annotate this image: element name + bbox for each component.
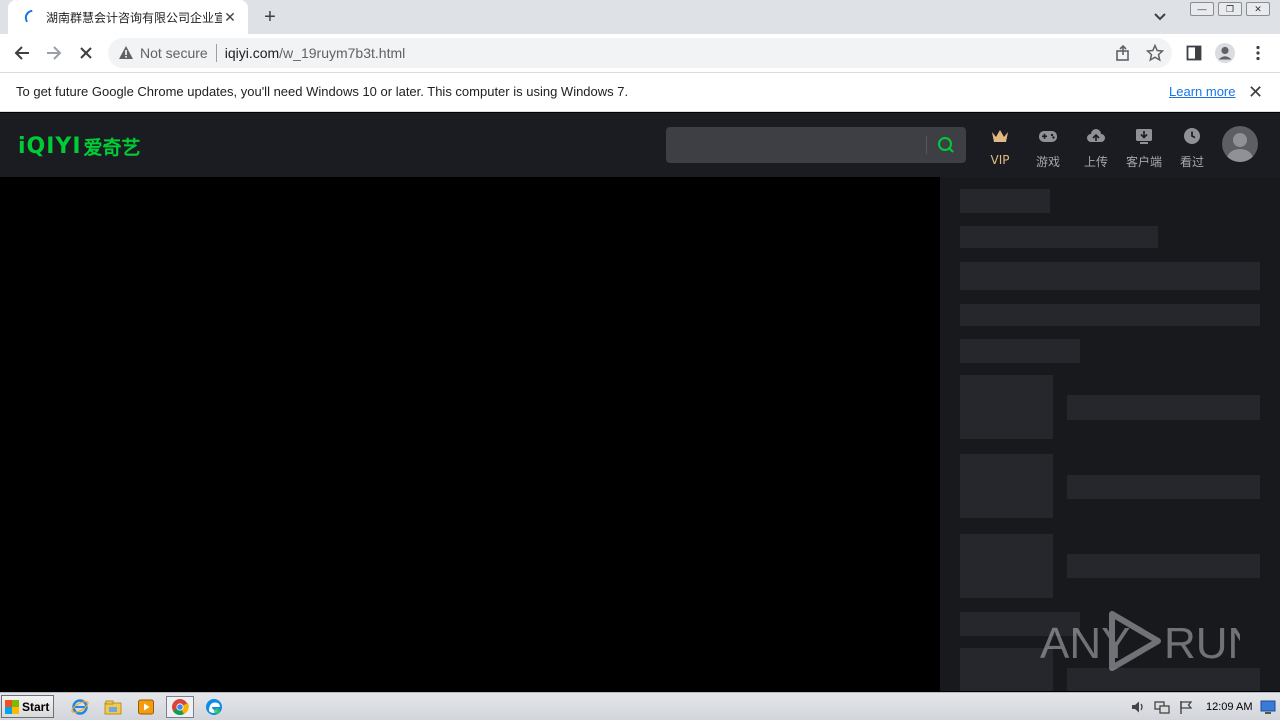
forward-arrow-icon [47,46,62,60]
side-panel-icon [1186,45,1202,61]
search-input[interactable] [666,127,926,163]
close-window-button[interactable]: ✕ [1246,2,1270,16]
forward-button[interactable] [42,41,66,65]
taskbar-clock[interactable]: 12:09 AM [1206,701,1252,713]
media-player-icon [138,699,154,715]
infobar-close-icon[interactable]: ✕ [1248,82,1263,103]
skeleton-bar [960,226,1158,248]
nav-label: VIP [990,153,1010,167]
browser-toolbar: Not secure iqiyi.com/w_19ruym7b3t.html [0,34,1280,72]
tab-strip: 湖南群慧会计咨询有限公司企业宣传 ✕ + — ❐ ✕ [0,0,1280,34]
skeleton-thumbnail [960,375,1053,439]
nav-vip[interactable]: VIP [980,127,1020,167]
stop-x-icon [80,47,92,59]
search-icon[interactable] [936,135,956,155]
nav-label: 上传 [1083,155,1108,169]
anyrun-watermark: ANY RUN [1040,611,1240,671]
skeleton-bar [1067,475,1260,499]
skeleton-thumbnail [960,454,1053,518]
infobar-message: To get future Google Chrome updates, you… [16,84,629,99]
profile-button[interactable] [1213,41,1237,65]
taskbar-ie[interactable] [66,696,94,718]
watermark-run: RUN [1164,619,1240,668]
nav-label: 客户端 [1125,155,1162,169]
watermark-any: ANY [1040,619,1130,668]
nav-history[interactable]: 看过 [1172,127,1212,170]
search-divider [926,136,927,154]
tab-search-chevron-icon[interactable] [1150,8,1170,26]
nav-label: 看过 [1179,155,1204,169]
skeleton-thumbnail [960,534,1053,598]
bookmark-star-icon[interactable] [1146,44,1164,62]
skeleton-bar [960,339,1080,363]
restore-button[interactable]: ❐ [1218,2,1242,16]
network-icon[interactable] [1154,699,1170,715]
nav-games[interactable]: 游戏 [1028,127,1068,170]
video-player[interactable] [0,177,940,691]
new-tab-button[interactable]: + [258,6,282,28]
skeleton-bar [1067,554,1260,578]
upload-cloud-icon [1087,129,1105,142]
url-host: iqiyi.com [224,45,280,61]
show-desktop-icon[interactable] [1260,699,1276,715]
address-bar[interactable]: Not secure iqiyi.com/w_19ruym7b3t.html [108,38,1172,68]
iqiyi-logo[interactable]: iQIYI 爱奇艺 [18,133,141,160]
user-avatar[interactable] [1222,126,1258,162]
back-arrow-icon [14,46,29,60]
gamepad-icon [1039,131,1057,142]
tab-close-icon[interactable]: ✕ [222,9,238,25]
chrome-icon [172,699,189,715]
window-controls: — ❐ ✕ [1190,2,1270,16]
kebab-menu-icon [1256,45,1260,61]
nav-label: 游戏 [1035,155,1060,169]
security-label[interactable]: Not secure [140,45,208,61]
profile-icon [1215,43,1235,63]
taskbar-explorer[interactable] [99,696,127,718]
internet-explorer-icon [71,699,89,715]
taskbar-media-player[interactable] [132,696,160,718]
url-text[interactable]: iqiyi.com/w_19ruym7b3t.html [225,45,406,61]
skeleton-bar [1067,395,1260,420]
minimize-button[interactable]: — [1190,2,1214,16]
browser-tab[interactable]: 湖南群慧会计咨询有限公司企业宣传 ✕ [8,0,248,34]
chrome-menu-button[interactable] [1246,41,1270,65]
back-button[interactable] [10,41,34,65]
skeleton-bar [960,304,1260,326]
windows-taskbar: Start 12:09 AM [0,692,1280,720]
system-tray: 12:09 AM [1122,695,1278,719]
windows-flag-icon [5,699,19,714]
omnibox-actions [1114,44,1164,62]
folder-icon [104,700,122,715]
start-button[interactable]: Start [1,695,54,718]
taskbar-chrome[interactable] [166,696,194,718]
skeleton-bar [960,189,1050,213]
side-panel-button[interactable] [1182,41,1206,65]
warning-triangle-icon[interactable] [118,45,134,61]
share-icon[interactable] [1114,44,1132,62]
download-icon [1136,129,1152,144]
start-label: Start [22,699,50,714]
omnibox-separator [215,44,217,62]
update-infobar: To get future Google Chrome updates, you… [0,72,1280,112]
logo-chinese: 爱奇艺 [83,137,141,159]
stop-loading-button[interactable] [74,41,98,65]
url-path: /w_19ruym7b3t.html [279,45,406,61]
tab-title: 湖南群慧会计咨询有限公司企业宣传 [46,10,222,25]
crown-icon [992,130,1008,142]
nav-upload[interactable]: 上传 [1076,127,1116,170]
search-box [666,127,966,163]
learn-more-link[interactable]: Learn more [1169,84,1235,99]
clock-icon [1184,128,1200,144]
action-center-flag-icon[interactable] [1178,699,1194,715]
volume-icon[interactable] [1130,699,1146,715]
taskbar-edge[interactable] [200,696,228,718]
skeleton-bar [960,262,1260,290]
logo-latin: iQIYI [18,134,82,159]
loading-favicon-icon [20,9,36,25]
edge-icon [206,699,222,715]
nav-client[interactable]: 客户端 [1124,127,1164,170]
site-header: iQIYI 爱奇艺 VIP 游戏 上传 客户端 看过 [0,113,1280,177]
